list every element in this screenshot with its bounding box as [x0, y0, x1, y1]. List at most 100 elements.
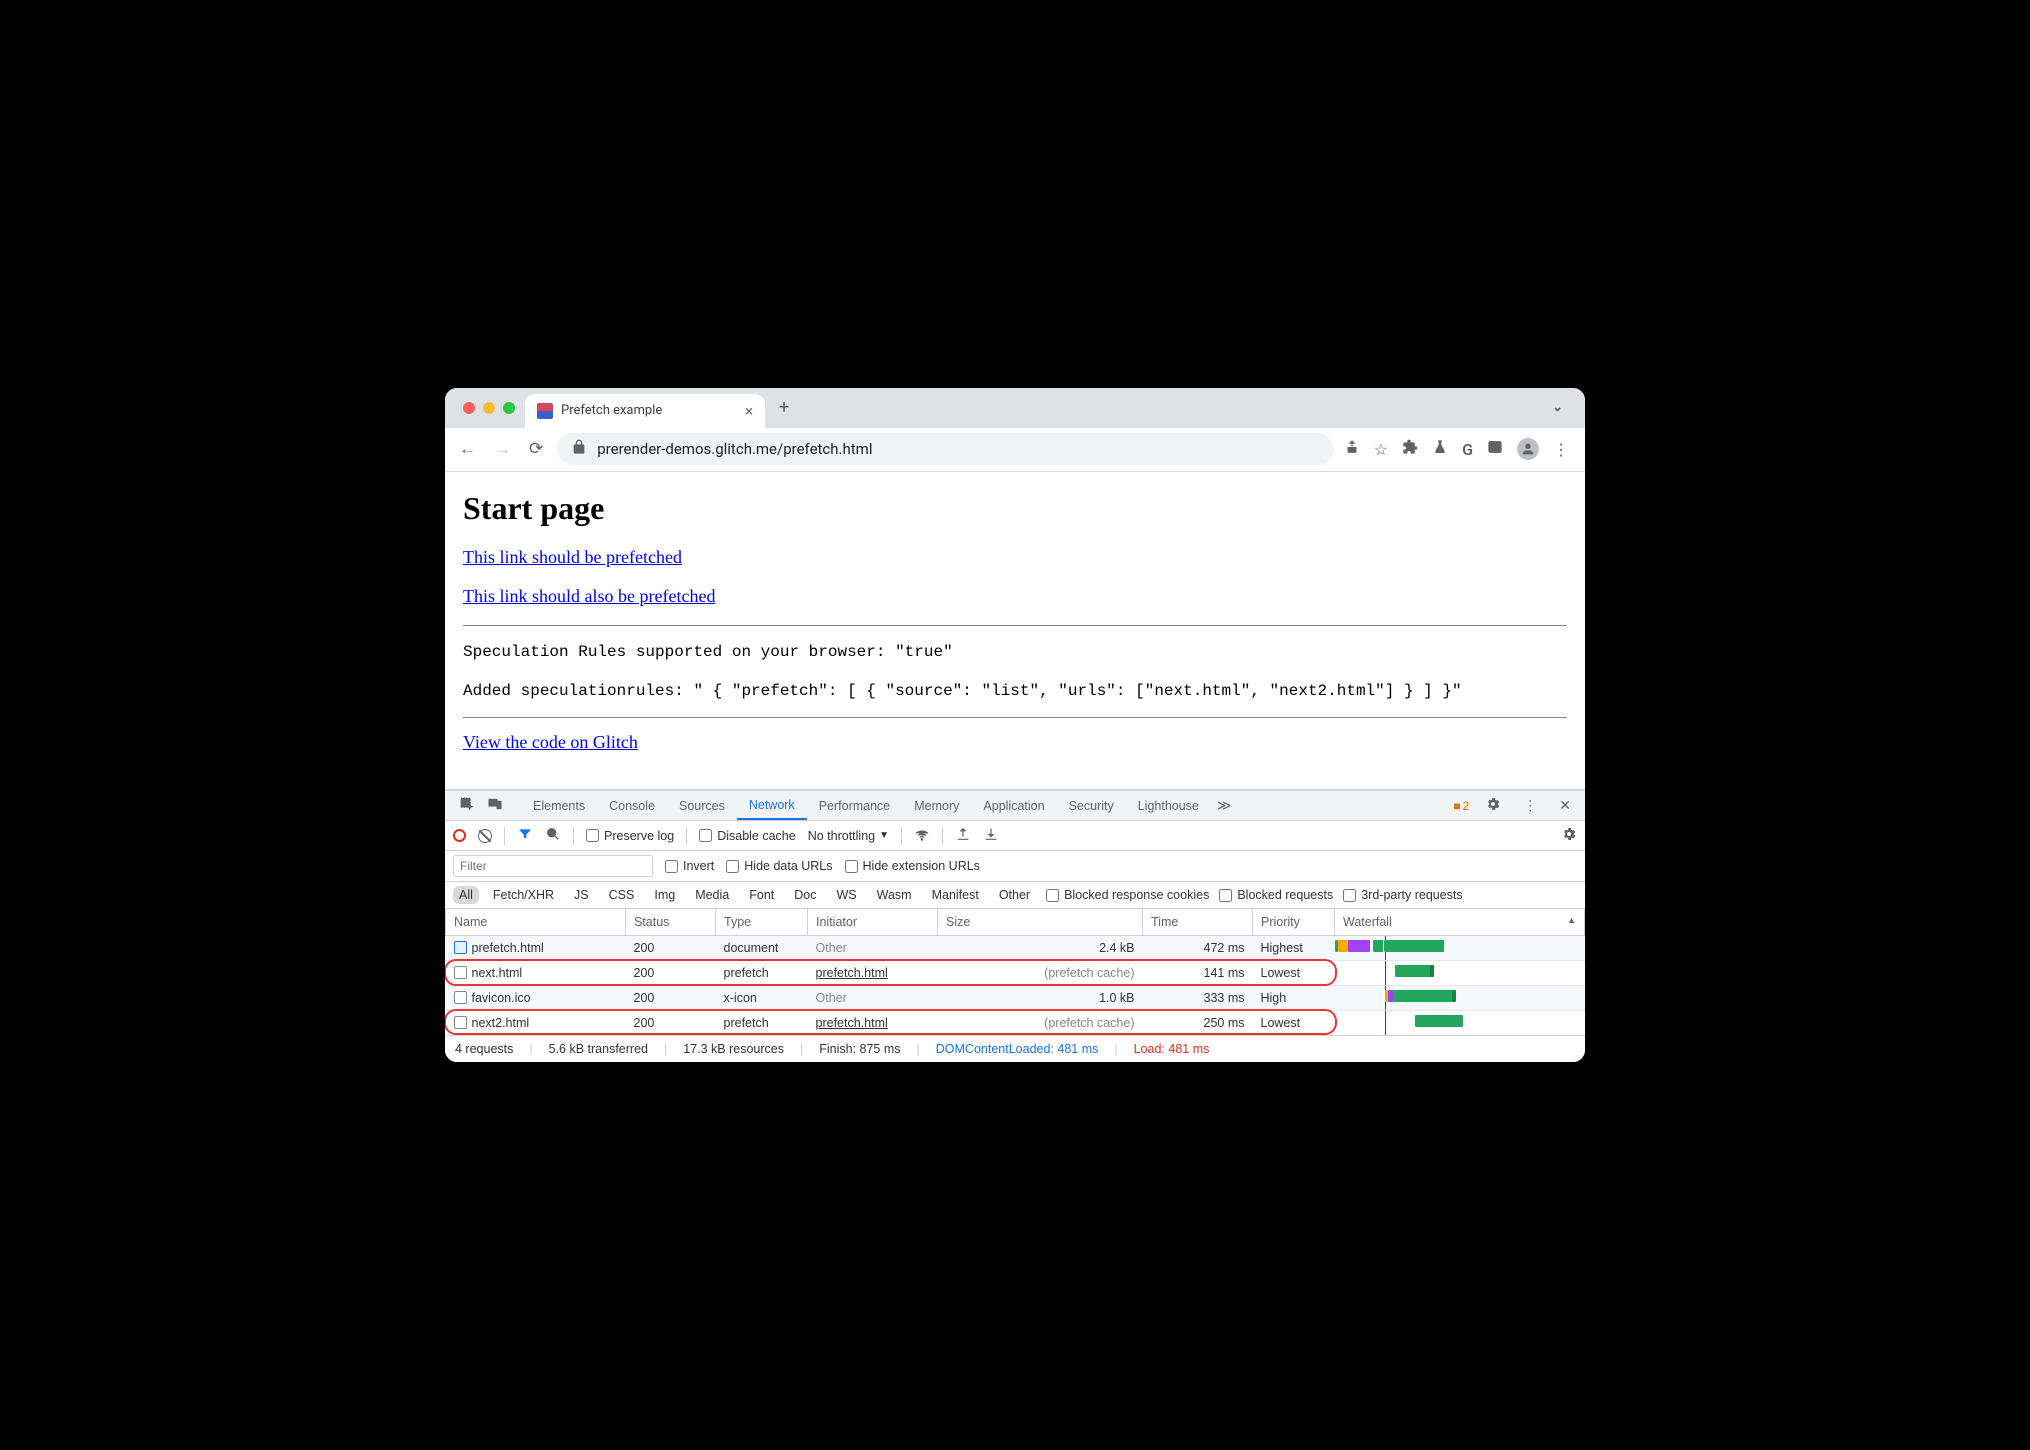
upload-har-icon[interactable] — [955, 826, 971, 845]
device-toggle-icon[interactable] — [481, 796, 509, 815]
devtools-tab-network[interactable]: Network — [737, 791, 807, 820]
column-priority[interactable]: Priority — [1253, 909, 1335, 936]
network-toolbar: Preserve log Disable cache No throttling… — [445, 821, 1585, 851]
transferred-size: 5.6 kB transferred — [549, 1042, 648, 1056]
minimize-window-button[interactable] — [483, 402, 495, 414]
file-icon — [454, 991, 467, 1004]
inspect-icon[interactable] — [453, 796, 481, 815]
type-filter-all[interactable]: All — [453, 886, 479, 904]
network-row[interactable]: next2.html200prefetchprefetch.html(prefe… — [446, 1011, 1585, 1036]
prefetch-link-2[interactable]: This link should also be prefetched — [463, 586, 715, 607]
window-controls — [453, 402, 525, 414]
hide-data-urls-checkbox[interactable]: Hide data URLs — [726, 859, 832, 873]
divider — [463, 625, 1567, 626]
devtools-tab-security[interactable]: Security — [1057, 791, 1126, 820]
lock-icon — [571, 439, 587, 459]
column-type[interactable]: Type — [716, 909, 808, 936]
column-size[interactable]: Size — [938, 909, 1143, 936]
share-icon[interactable] — [1344, 439, 1360, 459]
devtools-tab-memory[interactable]: Memory — [902, 791, 971, 820]
side-panel-icon[interactable] — [1487, 439, 1503, 459]
close-devtools-icon[interactable]: ✕ — [1553, 797, 1577, 814]
blocked-cookies-checkbox[interactable]: Blocked response cookies — [1046, 888, 1209, 902]
type-filter-doc[interactable]: Doc — [788, 886, 822, 904]
column-name[interactable]: Name — [446, 909, 626, 936]
type-filter-ws[interactable]: WS — [830, 886, 862, 904]
blocked-requests-checkbox[interactable]: Blocked requests — [1219, 888, 1333, 902]
devtools-panel: ElementsConsoleSourcesNetworkPerformance… — [445, 789, 1585, 1062]
download-har-icon[interactable] — [983, 826, 999, 845]
type-filter-font[interactable]: Font — [743, 886, 780, 904]
labs-icon[interactable] — [1432, 439, 1448, 459]
column-waterfall[interactable]: Waterfall — [1335, 909, 1585, 936]
devtools-tab-console[interactable]: Console — [597, 791, 667, 820]
view-code-link[interactable]: View the code on Glitch — [463, 732, 638, 753]
browser-tab[interactable]: Prefetch example × — [525, 394, 765, 428]
hide-extension-urls-checkbox[interactable]: Hide extension URLs — [845, 859, 980, 873]
filter-input[interactable] — [453, 855, 653, 877]
type-filter-manifest[interactable]: Manifest — [926, 886, 985, 904]
network-row[interactable]: next.html200prefetchprefetch.html(prefet… — [446, 961, 1585, 986]
devtools-tab-sources[interactable]: Sources — [667, 791, 737, 820]
network-table: NameStatusTypeInitiatorSizeTimePriorityW… — [445, 909, 1585, 1035]
extensions-icon[interactable] — [1402, 439, 1418, 459]
search-icon[interactable] — [545, 826, 561, 845]
maximize-window-button[interactable] — [503, 402, 515, 414]
close-tab-button[interactable]: × — [745, 402, 753, 420]
type-filter-css[interactable]: CSS — [603, 886, 641, 904]
prefetch-link-1[interactable]: This link should be prefetched — [463, 547, 682, 568]
google-icon[interactable]: G — [1462, 440, 1473, 459]
type-filter-other[interactable]: Other — [993, 886, 1036, 904]
resources-size: 17.3 kB resources — [683, 1042, 784, 1056]
invert-checkbox[interactable]: Invert — [665, 859, 714, 873]
reload-button[interactable]: ⟳ — [525, 435, 547, 463]
tab-list-button[interactable]: ⌄ — [1552, 400, 1563, 415]
new-tab-button[interactable]: + — [765, 397, 803, 418]
filter-icon[interactable] — [517, 826, 533, 845]
page-content: Start page This link should be prefetche… — [445, 472, 1585, 790]
devtools-tab-performance[interactable]: Performance — [807, 791, 903, 820]
type-filter-media[interactable]: Media — [689, 886, 735, 904]
initiator-link[interactable]: prefetch.html — [816, 1016, 888, 1030]
forward-button[interactable]: → — [490, 435, 515, 463]
network-conditions-icon[interactable] — [914, 826, 930, 845]
network-settings-icon[interactable] — [1561, 826, 1577, 845]
initiator-link[interactable]: prefetch.html — [816, 966, 888, 980]
menu-icon[interactable]: ⋮ — [1553, 440, 1569, 459]
settings-icon[interactable] — [1479, 796, 1507, 815]
bookmark-icon[interactable]: ☆ — [1374, 440, 1388, 459]
type-filter-fetch-xhr[interactable]: Fetch/XHR — [487, 886, 560, 904]
type-filter-wasm[interactable]: Wasm — [871, 886, 918, 904]
devtools-tabs: ElementsConsoleSourcesNetworkPerformance… — [445, 791, 1585, 821]
browser-toolbar: ← → ⟳ prerender-demos.glitch.me/prefetch… — [445, 428, 1585, 472]
preserve-log-checkbox[interactable]: Preserve log — [586, 829, 674, 843]
disable-cache-checkbox[interactable]: Disable cache — [699, 829, 796, 843]
devtools-tab-application[interactable]: Application — [971, 791, 1056, 820]
speculation-rules-text: Added speculationrules: " { "prefetch": … — [463, 679, 1567, 704]
throttling-select[interactable]: No throttling▼ — [808, 829, 889, 843]
column-status[interactable]: Status — [626, 909, 716, 936]
url-text: prerender-demos.glitch.me/prefetch.html — [597, 440, 872, 458]
devtools-tab-lighthouse[interactable]: Lighthouse — [1126, 791, 1211, 820]
type-filter-img[interactable]: Img — [648, 886, 681, 904]
finish-time: Finish: 875 ms — [819, 1042, 900, 1056]
back-button[interactable]: ← — [455, 435, 480, 463]
clear-button[interactable] — [478, 829, 492, 843]
page-heading: Start page — [463, 490, 1567, 527]
kebab-menu-icon[interactable]: ⋮ — [1517, 797, 1543, 814]
column-initiator[interactable]: Initiator — [808, 909, 938, 936]
address-bar[interactable]: prerender-demos.glitch.me/prefetch.html — [557, 433, 1334, 465]
profile-avatar-icon[interactable] — [1517, 438, 1539, 460]
favicon-icon — [537, 403, 553, 419]
network-table-wrapper: NameStatusTypeInitiatorSizeTimePriorityW… — [445, 909, 1585, 1035]
network-row[interactable]: favicon.ico200x-iconOther1.0 kB333 msHig… — [446, 986, 1585, 1011]
more-tabs-icon[interactable]: ≫ — [1211, 797, 1238, 814]
devtools-tab-elements[interactable]: Elements — [521, 791, 597, 820]
network-row[interactable]: prefetch.html200documentOther2.4 kB472 m… — [446, 936, 1585, 961]
close-window-button[interactable] — [463, 402, 475, 414]
record-button[interactable] — [453, 829, 466, 842]
column-time[interactable]: Time — [1143, 909, 1253, 936]
type-filter-js[interactable]: JS — [568, 886, 595, 904]
third-party-checkbox[interactable]: 3rd-party requests — [1343, 888, 1462, 902]
issues-badge[interactable]: 2 — [1453, 799, 1469, 813]
